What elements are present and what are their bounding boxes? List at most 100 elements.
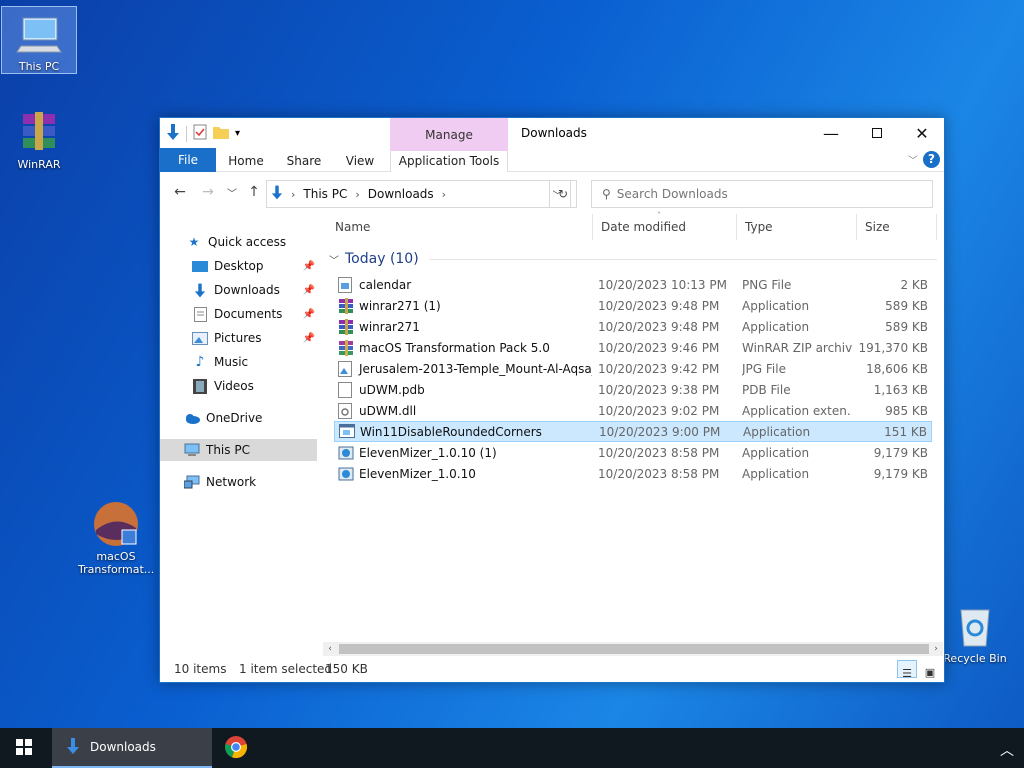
file-date: 10/20/2023 9:00 PM [599,424,721,439]
recent-locations-button[interactable]: ﹀ [222,182,242,202]
up-button[interactable]: ↑ [244,182,264,202]
refresh-button[interactable]: ↻ [549,180,577,208]
navigation-pane: ★ Quick access Desktop 📌 Downloads 📌 Doc… [160,214,320,654]
nav-quick-access[interactable]: ★ Quick access [160,231,317,253]
file-row[interactable]: Jerusalem-2013-Temple_Mount-Al-Aqsa_... 1… [334,358,932,379]
window-title: Downloads [521,126,587,140]
tab-home[interactable]: Home [224,151,268,172]
column-header-size[interactable]: Size [857,214,937,240]
taskbar-app-downloads[interactable]: Downloads [52,728,212,768]
file-row[interactable]: uDWM.dll 10/20/2023 9:02 PM Application ex… [334,400,932,421]
file-date: 10/20/2023 8:58 PM [598,466,720,481]
file-type: Application [742,445,810,460]
horizontal-scrollbar[interactable]: ‹ › [323,642,943,656]
help-button[interactable]: ? [923,151,940,168]
taskbar-app-chrome[interactable] [214,728,258,768]
file-name-text: calendar [359,277,412,292]
pictures-icon [192,330,208,346]
file-name-text: uDWM.dll [359,403,417,418]
start-button[interactable] [0,728,48,768]
chevron-down-icon: ﹀ [227,188,237,200]
desktop-icon-macos-transformation[interactable]: macOS Transformat... [78,500,154,576]
file-name: ElevenMizer_1.0.10 [338,466,592,482]
file-name-text: macOS Transformation Pack 5.0 [359,340,550,355]
nav-label: Quick access [208,235,287,249]
music-icon: ♪ [195,354,205,370]
search-input[interactable] [616,187,917,201]
large-icons-view-button[interactable]: ▣ [920,660,940,679]
pin-icon: 📌 [302,332,315,344]
scroll-right-icon[interactable]: › [929,642,943,656]
maximize-button[interactable] [854,118,900,148]
up-arrow-icon: ↑ [248,184,260,200]
nav-label: Videos [214,379,254,393]
desktop-icon-this-pc[interactable]: This PC [1,6,77,74]
breadcrumb-separator-icon: › [441,187,447,201]
tab-view[interactable]: View [340,151,380,172]
desktop-icon-recycle-bin[interactable]: Recycle Bin [937,602,1013,665]
documents-icon [192,306,208,322]
column-header-name[interactable]: Name [327,214,593,240]
file-row[interactable]: winrar271 10/20/2023 9:48 PM Application 58… [334,316,932,337]
winrar-icon [338,318,354,335]
nav-network[interactable]: Network [160,471,317,493]
scroll-left-icon[interactable]: ‹ [323,642,337,656]
scrollbar-thumb[interactable] [339,644,929,654]
file-row[interactable]: ElevenMizer_1.0.10 (1) 10/20/2023 8:58 PM… [334,442,932,463]
forward-button[interactable]: → [198,182,218,202]
address-row: ← → ﹀ ↑ › This PC › Downloads › ﹀ ↻ ⚲ [160,172,944,214]
installer-icon [338,445,354,461]
file-row[interactable]: uDWM.pdb 10/20/2023 9:38 PM PDB File 1,163 … [334,379,932,400]
close-icon: ✕ [915,123,929,143]
file-type: WinRAR ZIP archive [742,340,852,355]
computer-icon [184,442,200,458]
desktop-icon-winrar[interactable]: WinRAR [1,108,77,171]
close-button[interactable]: ✕ [899,118,945,148]
column-header-date[interactable]: Date modified [593,214,737,240]
item-count: 10 items [174,662,227,676]
file-type: Application [742,466,810,481]
file-row[interactable]: macOS Transformation Pack 5.0 10/20/2023 … [334,337,932,358]
back-button[interactable]: ← [170,182,190,202]
nav-downloads[interactable]: Downloads 📌 [160,279,317,301]
show-hidden-icons-button[interactable]: ︿ [1000,740,1014,760]
zip-icon [338,339,354,356]
nav-label: Music [214,355,249,369]
file-name: winrar271 (1) [338,297,592,314]
customize-toolbar-icon[interactable]: ▾ [235,128,240,139]
new-folder-icon[interactable] [213,125,229,142]
file-row[interactable]: ElevenMizer_1.0.10 10/20/2023 8:58 PM Appl… [334,463,932,484]
tab-share[interactable]: Share [282,151,326,172]
selection-count: 1 item selected [239,662,333,676]
winrar-icon [338,297,354,314]
file-size: 9,179 KB [873,445,928,460]
tab-file[interactable]: File [160,148,216,172]
nav-videos[interactable]: Videos [160,375,317,397]
properties-icon[interactable] [193,124,207,143]
tab-application-tools[interactable]: Application Tools [390,151,508,172]
details-view-button[interactable]: ☰ [897,660,917,680]
minimize-button[interactable]: — [808,118,854,148]
nav-this-pc[interactable]: This PC [160,439,317,461]
file-row[interactable]: calendar 10/20/2023 10:13 PM PNG File 2 KB [334,274,932,295]
nav-documents[interactable]: Documents 📌 [160,303,317,325]
breadcrumb-this-pc[interactable]: This PC [303,187,347,201]
file-row[interactable]: winrar271 (1) 10/20/2023 9:48 PM Applicati… [334,295,932,316]
group-header-today[interactable]: ﹀ Today (10) [329,249,937,269]
nav-label: Network [206,475,257,489]
address-bar[interactable]: › This PC › Downloads › ﹀ [266,180,571,208]
file-size: 589 KB [885,319,928,334]
nav-onedrive[interactable]: OneDrive [160,407,317,429]
column-header-type[interactable]: Type [737,214,857,240]
nav-label: Pictures [214,331,262,345]
down-arrow-icon[interactable] [166,124,180,143]
nav-desktop[interactable]: Desktop 📌 [160,255,317,277]
file-row[interactable]: Win11DisableRoundedCorners 10/20/2023 9:0… [334,421,932,442]
search-box: ⚲ [591,180,933,208]
nav-music[interactable]: ♪ Music [160,351,317,373]
breadcrumb-separator-icon: › [291,187,296,201]
explorer-window: ▾ Manage Downloads — ✕ File Home Share V… [159,117,945,683]
breadcrumb-downloads[interactable]: Downloads [368,187,434,201]
nav-pictures[interactable]: Pictures 📌 [160,327,317,349]
expand-ribbon-icon[interactable]: ﹀ [908,152,918,167]
